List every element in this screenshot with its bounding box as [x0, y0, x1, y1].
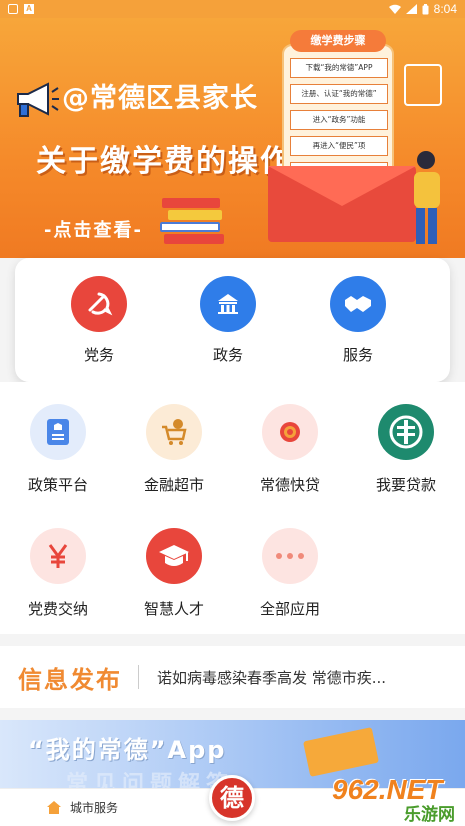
books-illustration [158, 198, 228, 246]
party-emblem-icon [71, 276, 127, 332]
app-party-fee[interactable]: 党费交纳 [0, 528, 116, 619]
app-policy-platform[interactable]: 政策平台 [0, 404, 116, 495]
app-grid: 政策平台 金融超市 常德快贷 我要贷款 党费交纳 智慧人才 全部应用 [0, 382, 465, 634]
app-apply-loan[interactable]: 我要贷款 [348, 404, 464, 495]
step-item: 再进入“便民”项 [290, 136, 388, 156]
person-illustration [414, 151, 440, 244]
app-label: 我要贷款 [375, 476, 436, 494]
step-item: 进入“政务”功能 [290, 110, 388, 130]
wifi-icon [388, 4, 401, 14]
main-services-card: 党务 政务 服务 [15, 258, 450, 382]
service-party-label: 党务 [83, 346, 114, 364]
nav-city-services-label: 城市服务 [70, 801, 119, 815]
promo-banner[interactable]: @常德区县家长 关于缴学费的操作 -点击查看- 缴学费步骤 下载“我的常德”AP… [0, 18, 465, 258]
watermark-text: 乐游网 [404, 805, 455, 825]
news-divider [138, 665, 139, 689]
battery-icon [422, 3, 429, 14]
banner-title-line1: @常德区县家长 [62, 83, 258, 114]
banner-title-line2: 关于缴学费的操作 [36, 144, 292, 179]
banner-cta[interactable]: -点击查看- [44, 216, 143, 242]
shopping-cart-icon [146, 404, 202, 460]
app-all-apps[interactable]: 全部应用 [232, 528, 348, 619]
notification-a-icon: A [24, 4, 34, 14]
service-service-label: 服务 [342, 346, 373, 364]
news-title: 信息发布 [18, 665, 122, 694]
handshake-icon [330, 276, 386, 332]
flag-illustration [303, 727, 379, 777]
app-label: 党费交纳 [27, 600, 88, 618]
shopping-bag-icon [404, 64, 442, 106]
more-dots-icon [262, 528, 318, 584]
step-item: 下载“我的常德”APP [290, 58, 388, 78]
news-headline[interactable]: 诺如病毒感染春季高发 常德市疾... [157, 667, 433, 688]
graduation-cap-icon [146, 528, 202, 584]
site-watermark: 962.NET 乐游网 [322, 774, 462, 825]
step-item: 注册、认证“我的常德” [290, 84, 388, 104]
notification-square-icon [8, 4, 18, 14]
status-time: 8:04 [433, 2, 457, 16]
government-building-icon [200, 276, 256, 332]
service-party[interactable]: 党务 [59, 276, 139, 365]
app-label: 常德快贷 [259, 476, 320, 494]
banner2-title: “我的常德”App [28, 736, 227, 764]
news-bar[interactable]: 信息发布 诺如病毒感染春季高发 常德市疾... [0, 646, 465, 708]
app-smart-talent[interactable]: 智慧人才 [116, 528, 232, 619]
document-icon [30, 404, 86, 460]
envelope-illustration [268, 166, 416, 242]
nav-city-services[interactable]: 城市服务 [46, 799, 118, 816]
megaphone-icon [17, 82, 59, 117]
loan-coin-icon [262, 404, 318, 460]
service-service[interactable]: 服务 [318, 276, 398, 365]
app-label: 政策平台 [27, 476, 88, 494]
service-government-label: 政务 [212, 346, 243, 364]
app-label: 智慧人才 [143, 600, 204, 618]
app-label: 全部应用 [259, 600, 320, 618]
signal-icon [405, 4, 417, 14]
agricultural-bank-icon [378, 404, 434, 460]
app-finance-market[interactable]: 金融超市 [116, 404, 232, 495]
home-icon [47, 801, 61, 814]
app-label: 金融超市 [143, 476, 204, 494]
status-bar: A 8:04 [0, 0, 465, 18]
yuan-icon [30, 528, 86, 584]
banner2-subtitle: 常见问题解答 [66, 772, 235, 790]
nav-center-logo-button[interactable]: 德 [209, 775, 255, 821]
service-government[interactable]: 政务 [188, 276, 268, 365]
app-changde-quick-loan[interactable]: 常德快贷 [232, 404, 348, 495]
steps-title: 缴学费步骤 [290, 30, 386, 52]
